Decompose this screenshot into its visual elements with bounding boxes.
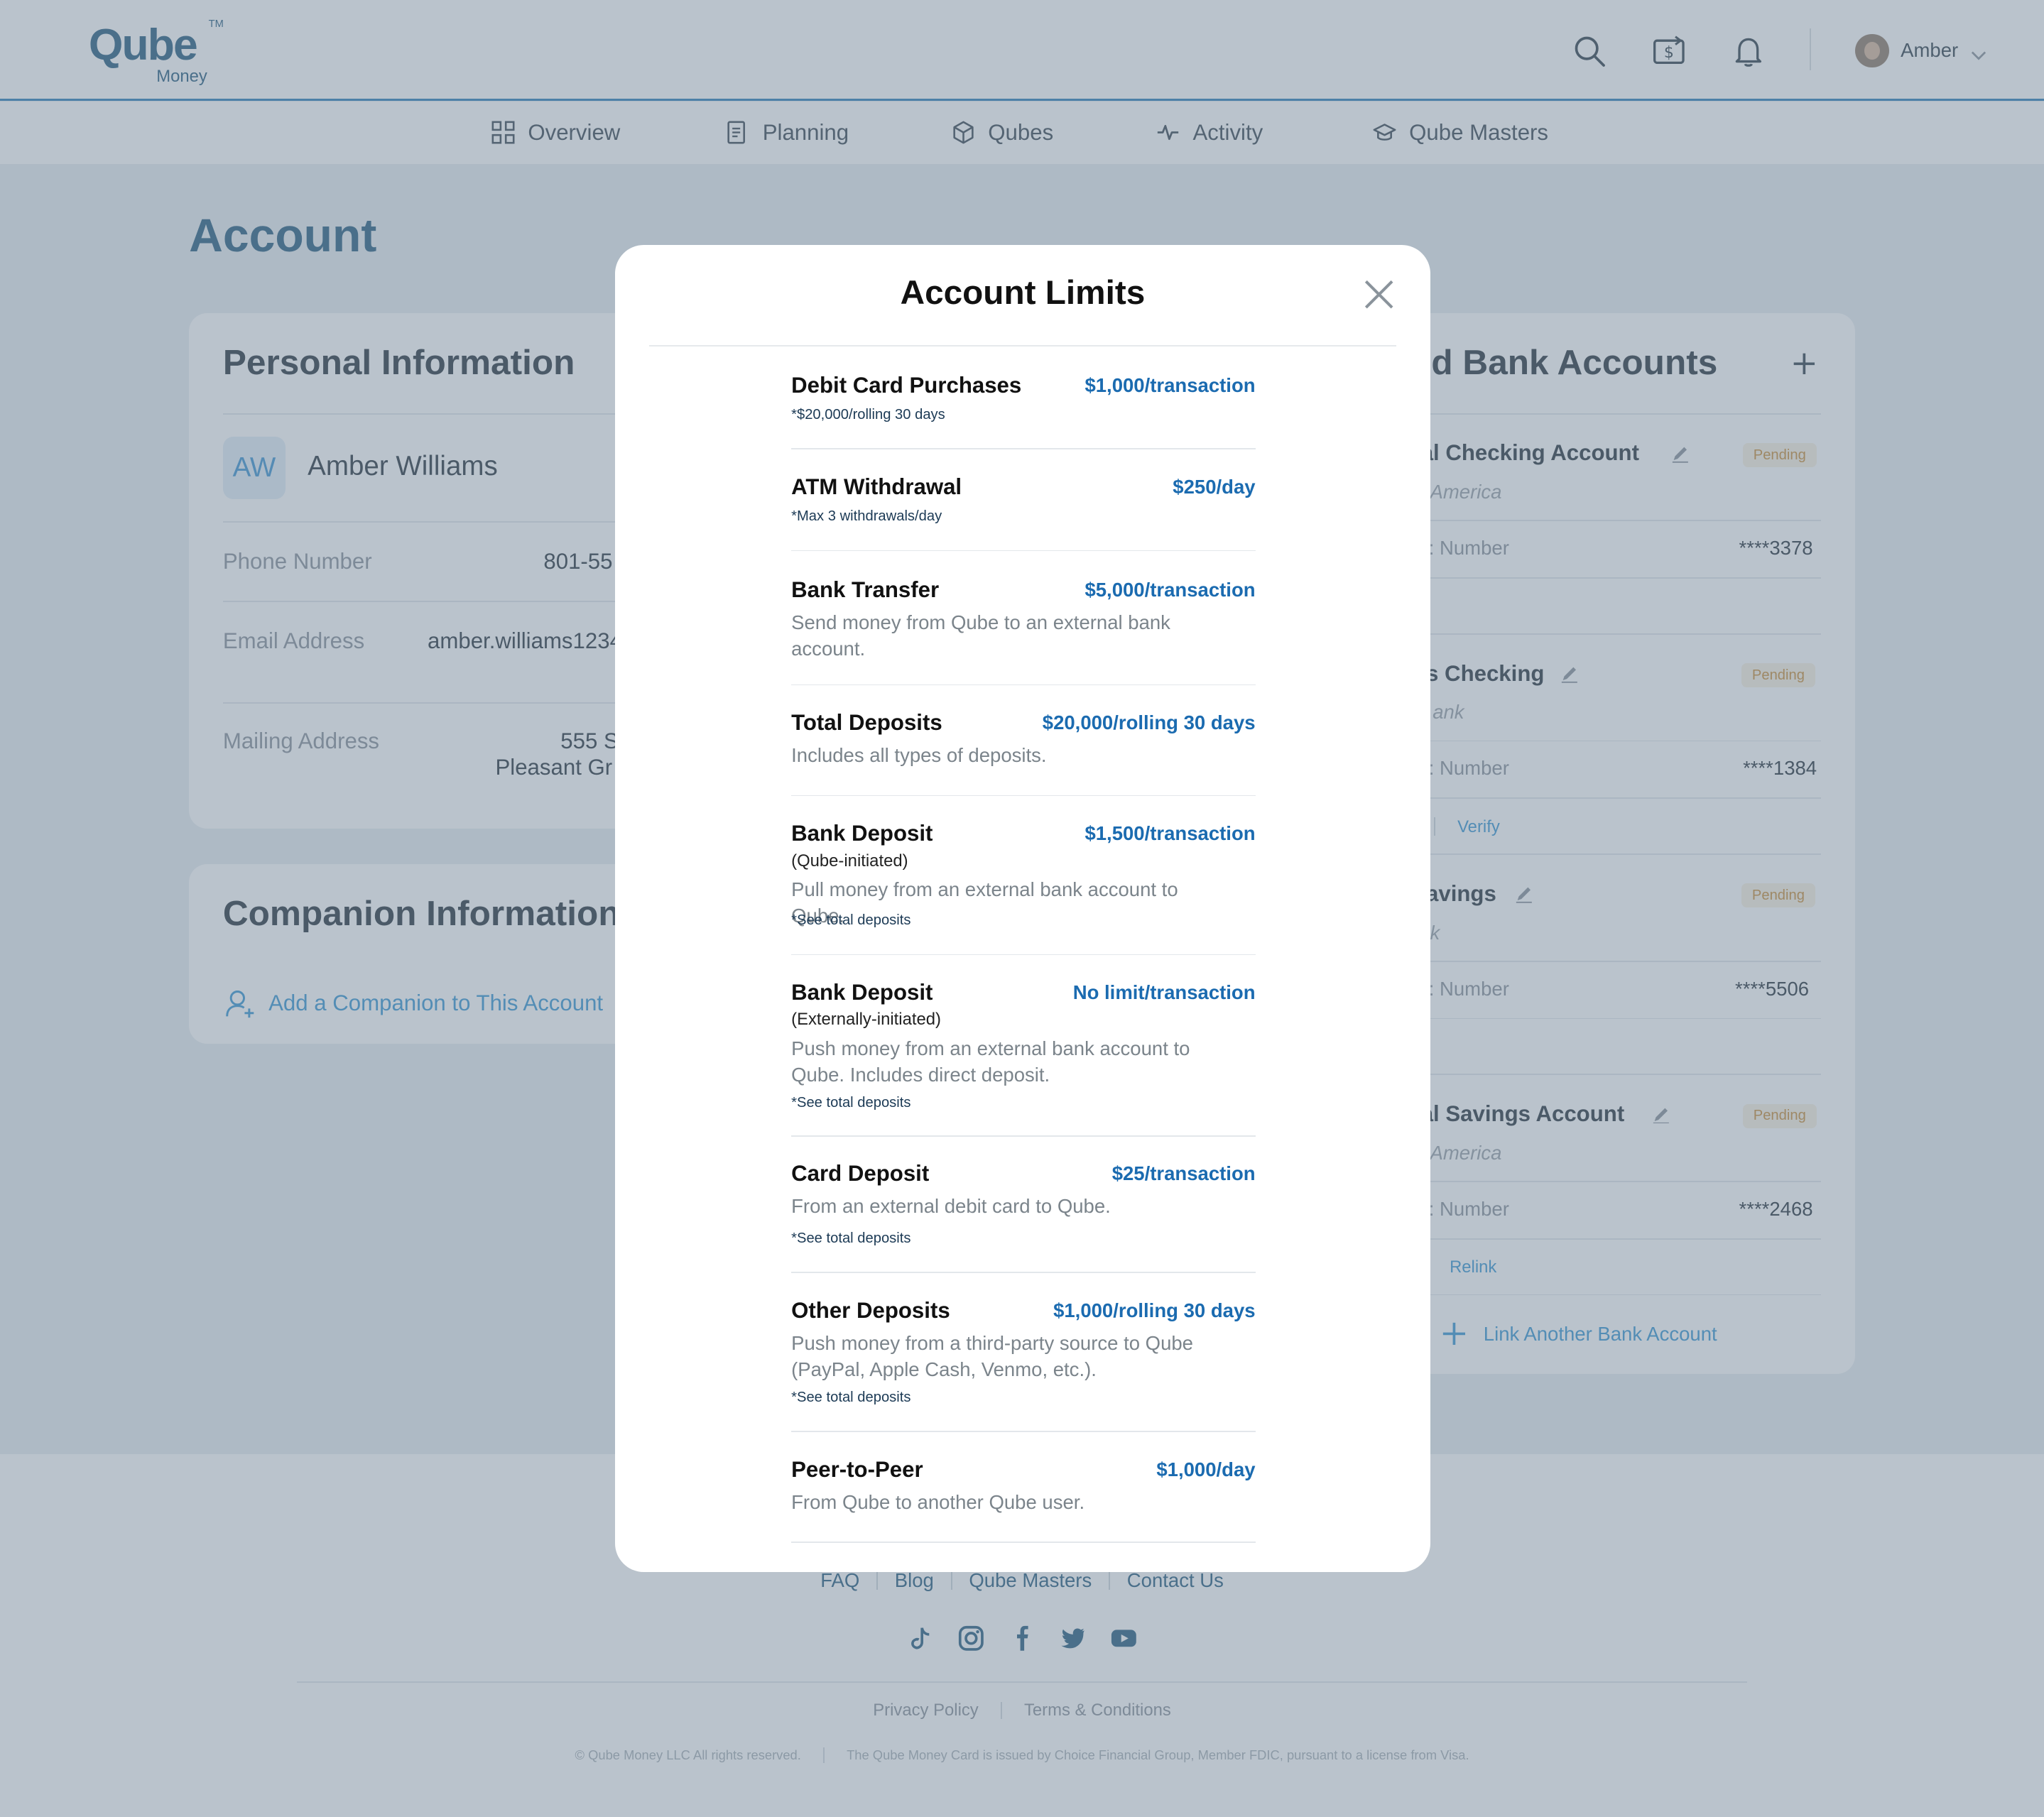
divider	[791, 684, 1256, 686]
account-limits-modal: Account Limits Debit Card Purchases $1,0…	[615, 245, 1430, 1572]
limit-title: Peer-to-Peer	[791, 1457, 923, 1483]
limit-description: Push money from an external bank account…	[791, 1037, 1190, 1086]
account-page: Qube TM Money $ Amber Overview Planning	[0, 0, 2044, 1817]
limit-title: Card Deposit	[791, 1161, 930, 1186]
limit-value: $25/transaction	[1111, 1162, 1256, 1185]
limit-item-other-deposits: Other Deposits $1,000/rolling 30 days Pu…	[791, 1298, 1256, 1404]
limit-note: *$20,000/rolling 30 days	[791, 406, 945, 422]
limit-item-bank-deposit-qube: Bank Deposit $1,500/transaction (Qube-in…	[791, 821, 1256, 927]
limit-subtitle: (Qube-initiated)	[791, 851, 908, 871]
limit-item-debit-card: Debit Card Purchases $1,000/transaction …	[791, 373, 1255, 425]
limit-note[interactable]: *See total deposits	[791, 1231, 910, 1247]
limit-item-bank-deposit-external: Bank Deposit No limit/transaction (Exter…	[791, 980, 1255, 1111]
limit-item-atm: ATM Withdrawal $250/day *Max 3 withdrawa…	[791, 474, 1255, 526]
close-icon[interactable]	[1361, 276, 1397, 312]
divider	[791, 1272, 1256, 1274]
modal-divider	[649, 345, 1396, 347]
limit-note[interactable]: *See total deposits	[791, 1390, 910, 1406]
limit-item-bank-transfer: Bank Transfer $5,000/transaction Send mo…	[791, 577, 1256, 660]
divider	[791, 448, 1256, 450]
limit-value: $20,000/rolling 30 days	[1042, 711, 1256, 734]
limit-item-peer-to-peer: Peer-to-Peer $1,000/day From Qube to ano…	[791, 1457, 1255, 1516]
limit-note[interactable]: *See total deposits	[791, 912, 910, 929]
limit-subtitle: (Externally-initiated)	[791, 1010, 941, 1030]
divider	[791, 1542, 1256, 1544]
limit-value: $1,500/transaction	[1084, 822, 1256, 845]
modal-title: Account Limits	[900, 274, 1146, 312]
divider	[791, 550, 1256, 552]
divider	[791, 1135, 1256, 1137]
limit-value: $250/day	[1173, 475, 1256, 498]
limit-description: From Qube to another Qube user.	[791, 1490, 1085, 1513]
limit-value: $1,000/rolling 30 days	[1053, 1299, 1256, 1321]
divider	[791, 954, 1256, 956]
limit-value: $1,000/day	[1156, 1458, 1256, 1480]
limit-title: ATM Withdrawal	[791, 474, 962, 500]
limit-description: Includes all types of deposits.	[791, 744, 1047, 767]
limit-title: Bank Deposit	[791, 821, 933, 846]
divider	[791, 795, 1256, 797]
limit-item-total-deposits: Total Deposits $20,000/rolling 30 days I…	[791, 710, 1255, 769]
divider	[791, 1431, 1256, 1433]
limit-title: Bank Transfer	[791, 577, 940, 603]
limit-note: *Max 3 withdrawals/day	[791, 508, 942, 524]
limit-title: Debit Card Purchases	[791, 372, 1022, 398]
limit-description: From an external debit card to Qube.	[791, 1195, 1111, 1218]
limit-title: Other Deposits	[791, 1298, 950, 1324]
limit-value: $5,000/transaction	[1084, 578, 1256, 601]
limit-description: Push money from a third-party source to …	[791, 1332, 1193, 1380]
limit-title: Bank Deposit	[791, 980, 933, 1005]
limit-description: Send money from Qube to an external bank…	[791, 611, 1170, 660]
limit-value: No limit/transaction	[1072, 981, 1256, 1004]
limit-title: Total Deposits	[791, 710, 942, 736]
limit-item-card-deposit: Card Deposit $25/transaction From an ext…	[791, 1161, 1256, 1245]
limit-note[interactable]: *See total deposits	[791, 1095, 910, 1111]
limit-value: $1,000/transaction	[1084, 373, 1256, 396]
